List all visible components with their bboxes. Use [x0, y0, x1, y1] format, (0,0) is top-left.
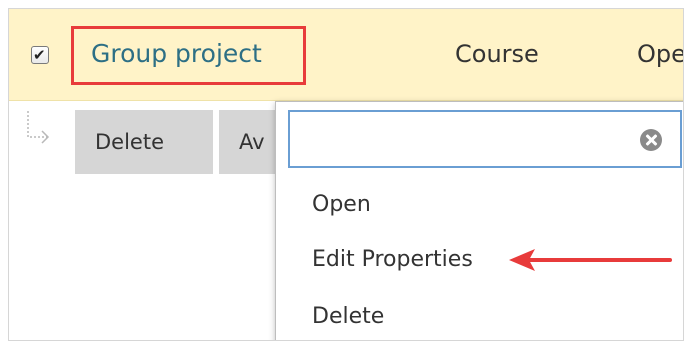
left-arrow-annotation-icon — [509, 249, 672, 271]
course-column-label: Course — [455, 40, 539, 68]
item-title-link[interactable]: Group project — [91, 39, 262, 68]
open-column-label-partial: Ope — [637, 40, 684, 68]
delete-button[interactable]: Delete — [75, 110, 213, 174]
item-row-header: ✔ Group project Course Ope — [9, 9, 683, 101]
menu-item-edit-properties[interactable]: Edit Properties — [312, 247, 473, 272]
item-checkbox[interactable]: ✔ — [31, 46, 49, 64]
menu-filter-input[interactable] — [288, 110, 682, 168]
menu-item-open[interactable]: Open — [312, 192, 371, 217]
menu-item-delete[interactable]: Delete — [312, 304, 384, 329]
context-menu-dropdown: Open Edit Properties Delete — [275, 101, 683, 340]
content-frame: ✔ Group project Course Ope Delete Av Ope… — [8, 8, 684, 341]
checkmark-icon: ✔ — [33, 46, 46, 64]
subrow-arrow-icon — [27, 111, 50, 144]
clear-icon[interactable] — [640, 129, 662, 151]
